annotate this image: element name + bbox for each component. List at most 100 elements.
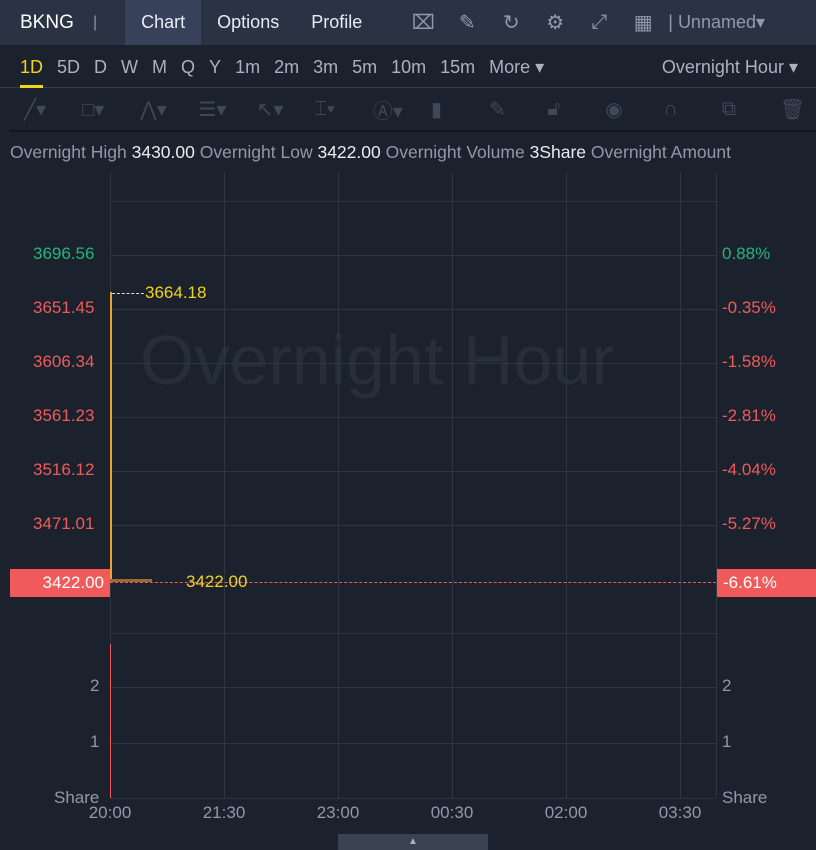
period-5d[interactable]: 5D [57,45,80,88]
price-label: 3516.12 [33,460,95,479]
period-3m[interactable]: 3m [313,45,338,88]
text-tool-icon[interactable]: Ⓐ▾ [373,95,409,124]
grid-v [224,172,225,798]
volume-bar [110,644,111,798]
price-label: 3696.56 [33,244,95,263]
grid-h [110,309,716,310]
period-1m[interactable]: 1m [235,45,260,88]
low-label: Overnight Low [199,142,313,162]
grid-h [110,363,716,364]
price-label: 3651.45 [33,298,95,317]
pct-label: -1.58% [722,352,776,371]
pct-label: -2.81% [722,406,776,425]
tab-options[interactable]: Options [201,0,295,45]
period-15m[interactable]: 15m [440,45,475,88]
arrow-tool-icon[interactable]: ↖▾ [257,97,293,122]
pattern-tool-icon[interactable]: ⋀▾ [140,97,176,122]
price-label: 3606.34 [33,352,95,371]
edit-icon[interactable]: ✎ [452,10,482,35]
session-dropdown[interactable]: Overnight Hour ▾ [662,45,798,90]
panel-resize-handle[interactable]: ▲ [338,834,488,850]
price-label: 3561.23 [33,406,95,425]
volume-unit-right: Share [722,788,768,807]
rect-tool-icon[interactable]: □▾ [82,97,118,122]
grid-h [110,743,716,744]
session-info: Overnight High 3430.00 Overnight Low 342… [10,142,731,163]
watermark: Overnight Hour [140,321,615,399]
eye-icon[interactable]: ◉ [605,97,641,122]
volume-tick-right: 2 [722,676,732,695]
lock-icon[interactable]: 🔓︎ [547,98,583,121]
x-tick: 23:00 [316,803,360,822]
grid-v [680,172,681,798]
top-bar: BKNG | Chart Options Profile ⌧ ✎ ↻ ⚙ ⤢ ▦ … [0,0,816,45]
grid-h [110,687,716,688]
measure-tool-icon[interactable]: ⌶▾ [315,98,351,121]
x-tick: 00:30 [430,803,474,822]
layout-dropdown[interactable]: | Unnamed▾ [668,12,765,33]
high-mark: 3664.18 [145,283,207,302]
period-1d[interactable]: 1D [20,45,44,88]
low-mark: 3422.00 [186,572,248,591]
volume-tick: 1 [90,732,100,751]
pen-icon[interactable]: ✎ [489,97,525,122]
x-tick: 20:00 [88,803,132,822]
last-price-tag: 3422.00 [10,569,110,597]
grid-h [110,255,716,256]
pct-label: -4.04% [722,460,776,479]
volume-tick: 2 [90,676,100,695]
low-value: 3422.00 [317,142,381,162]
layout-name: Unnamed [677,12,756,32]
period-d[interactable]: D [94,45,107,88]
divider: | [93,13,98,31]
magnet-icon[interactable]: ∩ [664,98,700,121]
symbol: BKNG [20,11,74,33]
grid-h [110,798,716,799]
indicator-icon[interactable]: ▮ [431,97,467,122]
pct-label: -0.35% [722,298,776,317]
grid-v [716,172,717,798]
pct-label: 0.88% [722,244,771,263]
trash-icon[interactable]: 🗑︎ [780,97,816,122]
chart-icon[interactable]: ⌧ [408,10,438,35]
grid-h [110,417,716,418]
layout-icon[interactable]: ▦ [628,10,658,35]
grid-h [110,525,716,526]
gear-icon[interactable]: ⚙ [540,10,570,35]
period-bar: 1D 5D D W M Q Y 1m 2m 3m 5m 10m 15m More ▾ Overnight H… [0,45,816,88]
grid-v [338,172,339,798]
grid-v [566,172,567,798]
line-tool-icon[interactable]: ╱▾ [24,97,60,122]
fib-tool-icon[interactable]: ☰▾ [198,97,234,122]
period-w[interactable]: W [121,45,138,88]
high-label: Overnight High [10,142,127,162]
pct-label: -5.27% [722,514,776,533]
period-more[interactable]: More ▾ [489,45,544,88]
grid-h [110,471,716,472]
refresh-icon[interactable]: ↻ [496,10,526,35]
grid-h [110,633,716,634]
x-tick: 21:30 [202,803,246,822]
last-pct-tag: -6.61% [717,569,816,597]
tab-chart[interactable]: Chart [125,0,202,45]
price-label: 3471.01 [33,514,95,533]
grid-h [110,201,716,202]
volume-value: 3Share [529,142,587,162]
drawing-toolbar: ╱▾ □▾ ⋀▾ ☰▾ ↖▾ ⌶▾ Ⓐ▾ ▮ ✎ 🔓︎ ◉ ∩ ⧉ 🗑︎ [10,89,816,132]
x-tick: 03:30 [658,803,702,822]
period-y[interactable]: Y [209,45,221,88]
x-tick: 02:00 [544,803,588,822]
tab-profile[interactable]: Profile [295,0,378,45]
high-value: 3430.00 [131,142,195,162]
price-line [110,292,112,582]
volume-label: Overnight Volume [385,142,525,162]
period-2m[interactable]: 2m [274,45,299,88]
copy-icon[interactable]: ⧉ [722,98,758,121]
period-q[interactable]: Q [181,45,195,88]
period-5m[interactable]: 5m [352,45,377,88]
period-m[interactable]: M [152,45,167,88]
amount-label: Overnight Amount [590,142,731,162]
fullscreen-icon[interactable]: ⤢ [584,11,614,34]
period-10m[interactable]: 10m [391,45,426,88]
high-dash [112,293,144,294]
